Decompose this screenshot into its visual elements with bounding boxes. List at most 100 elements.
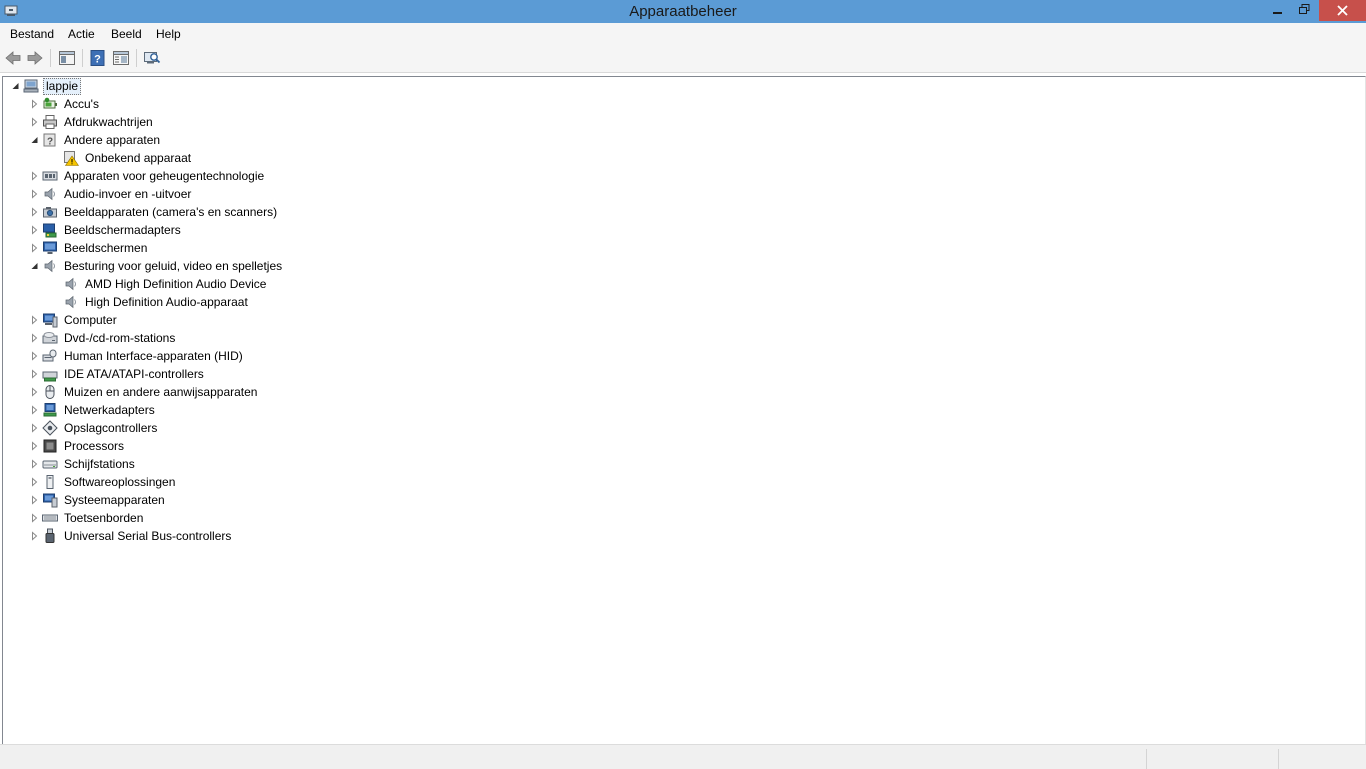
close-icon — [1337, 5, 1348, 16]
expand-icon[interactable] — [30, 347, 39, 365]
tree-category-item[interactable]: IDE ATA/ATAPI-controllers — [3, 365, 403, 383]
tree-item-label[interactable]: Muizen en andere aanwijsapparaten — [64, 383, 257, 401]
tree-category-item[interactable]: Beeldschermadapters — [3, 221, 403, 239]
minimize-button[interactable] — [1265, 0, 1291, 21]
expand-icon[interactable] — [30, 221, 39, 239]
tree-root[interactable]: lappie — [3, 77, 303, 95]
tree-item-label[interactable]: Human Interface-apparaten (HID) — [64, 347, 243, 365]
tree-device-item[interactable]: High Definition Audio-apparaat — [3, 293, 403, 311]
tree-category-item[interactable]: Computer — [3, 311, 403, 329]
forward-arrow-icon[interactable] — [26, 49, 44, 67]
help-icon[interactable]: ? — [89, 49, 107, 67]
scan-hardware-icon[interactable] — [143, 49, 161, 67]
tree-category-item[interactable]: Netwerkadapters — [3, 401, 403, 419]
restore-button[interactable] — [1291, 0, 1317, 21]
expand-icon[interactable] — [30, 329, 39, 347]
tree-item-label[interactable]: Systeemapparaten — [64, 491, 165, 509]
tree-item-label[interactable]: IDE ATA/ATAPI-controllers — [64, 365, 204, 383]
tree-category-item[interactable]: Afdrukwachtrijen — [3, 113, 403, 131]
expand-icon[interactable] — [30, 167, 39, 185]
tree-item-label[interactable]: High Definition Audio-apparaat — [85, 293, 248, 311]
tree-category-item[interactable]: Beeldschermen — [3, 239, 403, 257]
tree-item-label[interactable]: Beeldapparaten (camera's en scanners) — [64, 203, 277, 221]
tree-item-label[interactable]: Computer — [64, 311, 117, 329]
tree-category-item[interactable]: Systeemapparaten — [3, 491, 403, 509]
menu-beeld[interactable]: Beeld — [111, 27, 142, 41]
tree-category-item[interactable]: Human Interface-apparaten (HID) — [3, 347, 403, 365]
tree-category-item[interactable]: Universal Serial Bus-controllers — [3, 527, 403, 545]
expand-icon[interactable] — [30, 95, 39, 113]
tree-category-item[interactable]: Accu's — [3, 95, 403, 113]
device-tree[interactable]: lappie Accu's Afdrukwachtrijen? Andere app… — [2, 76, 1366, 744]
tree-device-item[interactable]: Onbekend apparaat — [3, 149, 403, 167]
collapse-icon[interactable] — [11, 77, 20, 95]
tree-item-label[interactable]: Onbekend apparaat — [85, 149, 191, 167]
expand-icon[interactable] — [30, 491, 39, 509]
tree-category-item[interactable]: Toetsenborden — [3, 509, 403, 527]
collapse-icon[interactable] — [30, 131, 39, 149]
expand-icon[interactable] — [30, 473, 39, 491]
status-bar — [0, 744, 1366, 769]
tree-item-label[interactable]: Schijfstations — [64, 455, 135, 473]
title-bar[interactable]: Apparaatbeheer — [0, 0, 1366, 23]
expand-icon[interactable] — [30, 185, 39, 203]
expand-icon[interactable] — [30, 203, 39, 221]
menu-actie[interactable]: Actie — [68, 27, 95, 41]
disk-drive-icon — [42, 460, 58, 469]
tree-item-label[interactable]: Besturing voor geluid, video en spelletj… — [64, 257, 282, 275]
menu-bar: Bestand Actie Beeld Help — [0, 23, 1366, 45]
expand-icon[interactable] — [30, 509, 39, 527]
expand-icon[interactable] — [30, 113, 39, 131]
tree-item-label[interactable]: Beeldschermen — [64, 239, 147, 257]
tree-category-item[interactable]: Schijfstations — [3, 455, 403, 473]
collapse-icon[interactable] — [30, 257, 39, 275]
tree-item-label[interactable]: Toetsenborden — [64, 509, 143, 527]
tree-item-label[interactable]: AMD High Definition Audio Device — [85, 275, 266, 293]
tree-item-label[interactable]: Afdrukwachtrijen — [64, 113, 153, 131]
tree-category-item[interactable]: Processors — [3, 437, 403, 455]
tree-category-item[interactable]: Dvd-/cd-rom-stations — [3, 329, 403, 347]
tree-item-label[interactable]: Opslagcontrollers — [64, 419, 157, 437]
back-arrow-icon[interactable] — [4, 49, 22, 67]
tree-item-label[interactable]: Andere apparaten — [64, 131, 160, 149]
tree-category-item[interactable]: Apparaten voor geheugentechnologie — [3, 167, 403, 185]
window-title: Apparaatbeheer — [629, 3, 737, 20]
tree-category-item[interactable]: Muizen en andere aanwijsapparaten — [3, 383, 403, 401]
warning-device-icon — [64, 151, 79, 166]
expand-icon[interactable] — [30, 437, 39, 455]
speaker-icon — [44, 259, 55, 273]
properties-icon[interactable] — [112, 49, 130, 67]
tree-root-label[interactable]: lappie — [43, 78, 82, 95]
expand-icon[interactable] — [30, 311, 39, 329]
tree-item-label[interactable]: Universal Serial Bus-controllers — [64, 527, 231, 545]
show-hide-console-tree-icon[interactable] — [58, 49, 76, 67]
tree-item-label[interactable]: Netwerkadapters — [64, 401, 155, 419]
expand-icon[interactable] — [30, 401, 39, 419]
expand-icon[interactable] — [30, 383, 39, 401]
tree-item-label[interactable]: Accu's — [64, 95, 99, 113]
tree-category-item[interactable]: ? Andere apparaten — [3, 131, 403, 149]
tree-item-label[interactable]: Softwareoplossingen — [64, 473, 175, 491]
expand-icon[interactable] — [30, 455, 39, 473]
expand-icon[interactable] — [30, 419, 39, 437]
expand-icon[interactable] — [30, 365, 39, 383]
tree-category-item[interactable]: Softwareoplossingen — [3, 473, 403, 491]
hid-icon — [42, 349, 57, 362]
tree-item-label[interactable]: Dvd-/cd-rom-stations — [64, 329, 175, 347]
close-button[interactable] — [1319, 0, 1366, 21]
menu-help[interactable]: Help — [156, 27, 181, 41]
expand-icon[interactable] — [30, 527, 39, 545]
system-device-icon — [43, 493, 58, 508]
tree-category-item[interactable]: Besturing voor geluid, video en spelletj… — [3, 257, 403, 275]
toolbar-separator — [136, 49, 137, 67]
tree-category-item[interactable]: Opslagcontrollers — [3, 419, 403, 437]
tree-item-label[interactable]: Apparaten voor geheugentechnologie — [64, 167, 264, 185]
tree-item-label[interactable]: Beeldschermadapters — [64, 221, 181, 239]
tree-item-label[interactable]: Processors — [64, 437, 124, 455]
expand-icon[interactable] — [30, 239, 39, 257]
tree-item-label[interactable]: Audio-invoer en -uitvoer — [64, 185, 191, 203]
tree-category-item[interactable]: Audio-invoer en -uitvoer — [3, 185, 403, 203]
menu-bestand[interactable]: Bestand — [10, 27, 54, 41]
tree-device-item[interactable]: AMD High Definition Audio Device — [3, 275, 403, 293]
tree-category-item[interactable]: Beeldapparaten (camera's en scanners) — [3, 203, 403, 221]
